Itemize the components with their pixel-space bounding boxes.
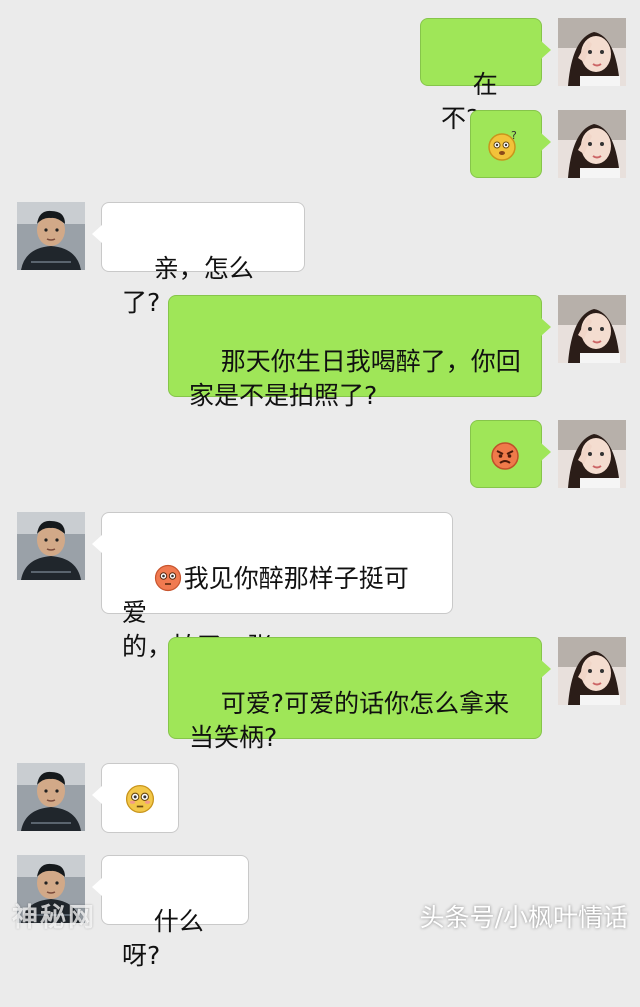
my-avatar[interactable] xyxy=(558,637,626,705)
my-avatar[interactable] xyxy=(558,110,626,178)
my-avatar[interactable] xyxy=(558,295,626,363)
incoming-message-bubble[interactable]: 亲，怎么了? xyxy=(92,202,305,317)
incoming-message-bubble[interactable]: 我见你醉那样子挺可爱 的，拍了一张 xyxy=(92,512,453,661)
message-text: 那天你生日我喝醉了，你回 家是不是拍照了? xyxy=(189,347,521,410)
message-text: 可爱?可爱的话你怎么拿来 当笑柄? xyxy=(189,689,510,752)
flushed-face-emoji xyxy=(154,564,181,592)
friend-avatar[interactable] xyxy=(17,202,85,270)
outgoing-message-bubble[interactable]: 可爱?可爱的话你怎么拿来 当笑柄? xyxy=(168,637,551,752)
dizzy-face-emoji: ? xyxy=(488,129,517,161)
friend-avatar[interactable] xyxy=(17,512,85,580)
watermark-right: 头条号/小枫叶情话 xyxy=(419,903,628,932)
outgoing-emoji-bubble[interactable] xyxy=(470,420,551,488)
my-avatar[interactable] xyxy=(558,18,626,86)
outgoing-message-bubble[interactable]: 那天你生日我喝醉了，你回 家是不是拍照了? xyxy=(168,295,551,410)
watermark-left: 神秘网 xyxy=(12,903,97,933)
svg-text:?: ? xyxy=(511,129,517,142)
message-text: 什么呀? xyxy=(122,907,204,970)
flushed-face-emoji xyxy=(125,784,155,814)
friend-avatar[interactable] xyxy=(17,763,85,831)
outgoing-message-bubble[interactable]: 在不? xyxy=(420,18,551,133)
incoming-message-bubble[interactable]: 什么呀? xyxy=(92,855,249,970)
incoming-emoji-bubble[interactable] xyxy=(92,763,179,833)
outgoing-emoji-bubble[interactable]: ? xyxy=(470,110,551,178)
angry-face-emoji xyxy=(491,442,519,470)
my-avatar[interactable] xyxy=(558,420,626,488)
